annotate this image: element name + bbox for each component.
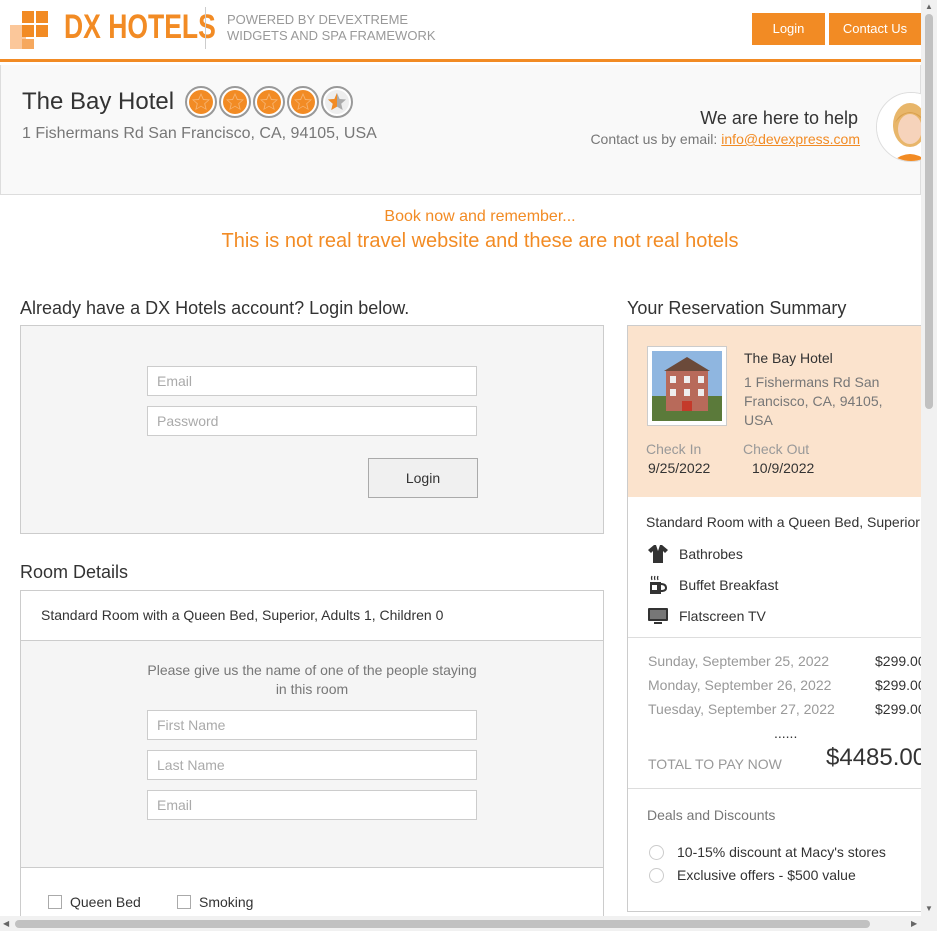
- star-icon: [287, 86, 319, 118]
- powered-by-text: POWERED BY DEVEXTREME WIDGETS AND SPA FR…: [227, 12, 436, 43]
- room-options: Queen Bed Smoking: [21, 867, 603, 917]
- night-price: $299.00: [875, 653, 926, 669]
- scroll-right-icon[interactable]: ▶: [911, 919, 917, 928]
- hotel-info-bar: The Bay Hotel 1 Fishermans Rd San Franci…: [0, 65, 937, 195]
- night-date: Tuesday, September 27, 2022: [648, 701, 835, 717]
- tv-icon: [648, 606, 668, 626]
- login-button[interactable]: Login: [368, 458, 478, 498]
- check-in-date: 9/25/2022: [648, 460, 711, 476]
- scroll-left-icon[interactable]: ◀: [3, 919, 9, 928]
- reservation-summary: The Bay Hotel 1 Fishermans Rd San Franci…: [627, 325, 937, 912]
- header-divider: [205, 7, 206, 49]
- top-header: DX HOTELS POWERED BY DEVEXTREME WIDGETS …: [0, 0, 921, 62]
- summary-hotel-card: The Bay Hotel 1 Fishermans Rd San Franci…: [628, 326, 936, 497]
- logo-text: DX HOTELS: [64, 8, 216, 46]
- horizontal-scrollbar[interactable]: ◀ ▶: [0, 916, 921, 931]
- first-name-input[interactable]: First Name: [147, 710, 477, 740]
- hotel-name: The Bay Hotel: [22, 88, 175, 115]
- check-out-label: Check Out: [743, 441, 810, 457]
- horizontal-scroll-thumb[interactable]: [15, 920, 870, 928]
- smoking-label: Smoking: [199, 894, 254, 910]
- queen-bed-checkbox[interactable]: Queen Bed: [48, 894, 141, 910]
- guest-email-input[interactable]: Email: [147, 790, 477, 820]
- contact-us-button[interactable]: Contact Us: [829, 13, 921, 45]
- login-email-input[interactable]: Email: [147, 366, 477, 396]
- dx-logo-icon: [10, 11, 48, 49]
- amenity-label: Bathrobes: [679, 546, 743, 562]
- deals-title: Deals and Discounts: [647, 807, 776, 823]
- star-icon: [219, 86, 251, 118]
- amenity-item: Buffet Breakfast: [648, 575, 778, 595]
- amenity-label: Flatscreen TV: [679, 608, 766, 624]
- vertical-scrollbar[interactable]: ▲ ▼: [921, 0, 937, 916]
- room-details-panel: Standard Room with a Queen Bed, Superior…: [20, 590, 604, 930]
- queen-bed-label: Queen Bed: [70, 894, 141, 910]
- summary-hotel-name: The Bay Hotel: [744, 350, 833, 366]
- guest-name-message: Please give us the name of one of the pe…: [147, 662, 477, 697]
- room-details-title: Room Details: [20, 562, 129, 582]
- help-title: We are here to help: [700, 108, 858, 128]
- night-price: $299.00: [875, 701, 926, 717]
- summary-divider: [628, 637, 936, 638]
- scroll-up-icon[interactable]: ▲: [925, 2, 933, 11]
- smoking-checkbox[interactable]: Smoking: [177, 894, 253, 910]
- coffee-icon: [648, 575, 668, 595]
- deal-label: 10-15% discount at Macy's stores: [677, 844, 886, 860]
- night-price: $299.00: [875, 677, 926, 693]
- summary-room: Standard Room with a Queen Bed, Superior: [646, 514, 920, 530]
- bathrobe-icon: [648, 544, 668, 564]
- room-header: Standard Room with a Queen Bed, Superior…: [21, 591, 603, 641]
- help-contact: Contact us by email: info@devexpress.com: [590, 131, 860, 147]
- radio-button[interactable]: [649, 867, 664, 883]
- amenity-item: Flatscreen TV: [648, 606, 766, 626]
- night-date: Sunday, September 25, 2022: [648, 653, 830, 669]
- summary-title: Your Reservation Summary: [627, 298, 847, 318]
- half-star-icon: [321, 86, 353, 118]
- night-row: Tuesday, September 27, 2022 $299.00: [648, 701, 937, 717]
- support-email-link[interactable]: info@devexpress.com: [721, 131, 860, 147]
- checkbox-box[interactable]: [177, 895, 191, 909]
- deal-option[interactable]: Exclusive offers - $500 value: [649, 867, 856, 883]
- summary-hotel-address: 1 Fishermans Rd San Francisco, CA, 94105…: [744, 374, 883, 428]
- night-row: Sunday, September 25, 2022 $299.00: [648, 653, 937, 669]
- notice-subtitle: Book now and remember...: [384, 208, 576, 225]
- summary-divider: [628, 788, 936, 789]
- total-label: TOTAL TO PAY NOW: [648, 756, 782, 772]
- deal-option[interactable]: 10-15% discount at Macy's stores: [649, 844, 886, 860]
- amenity-label: Buffet Breakfast: [679, 577, 779, 593]
- last-name-input[interactable]: Last Name: [147, 750, 477, 780]
- check-in-label: Check In: [646, 441, 702, 457]
- notice-title: This is not real travel website and thes…: [221, 230, 739, 252]
- radio-button[interactable]: [649, 844, 664, 860]
- login-password-input[interactable]: Password: [147, 406, 477, 436]
- vertical-scroll-thumb[interactable]: [925, 14, 933, 409]
- night-row: Monday, September 26, 2022 $299.00: [648, 677, 937, 693]
- deal-label: Exclusive offers - $500 value: [677, 867, 856, 883]
- more-nights-ellipsis: ......: [774, 725, 798, 741]
- help-contact-label: Contact us by email:: [590, 131, 718, 147]
- star-icon: [253, 86, 285, 118]
- night-date: Monday, September 26, 2022: [648, 677, 832, 693]
- check-out-date: 10/9/2022: [752, 460, 815, 476]
- total-value: $4485.00: [826, 744, 927, 771]
- header-login-button[interactable]: Login: [752, 13, 825, 45]
- hotel-address: 1 Fishermans Rd San Francisco, CA, 94105…: [22, 125, 377, 142]
- hotel-thumbnail: [647, 346, 727, 426]
- star-rating: [185, 86, 353, 118]
- amenity-item: Bathrobes: [648, 544, 743, 564]
- login-section-title: Already have a DX Hotels account? Login …: [20, 298, 410, 318]
- login-panel: Email Password Login: [20, 325, 604, 534]
- star-icon: [185, 86, 217, 118]
- checkbox-box[interactable]: [48, 895, 62, 909]
- scroll-down-icon[interactable]: ▼: [925, 904, 933, 913]
- scrollbar-corner: [921, 916, 937, 931]
